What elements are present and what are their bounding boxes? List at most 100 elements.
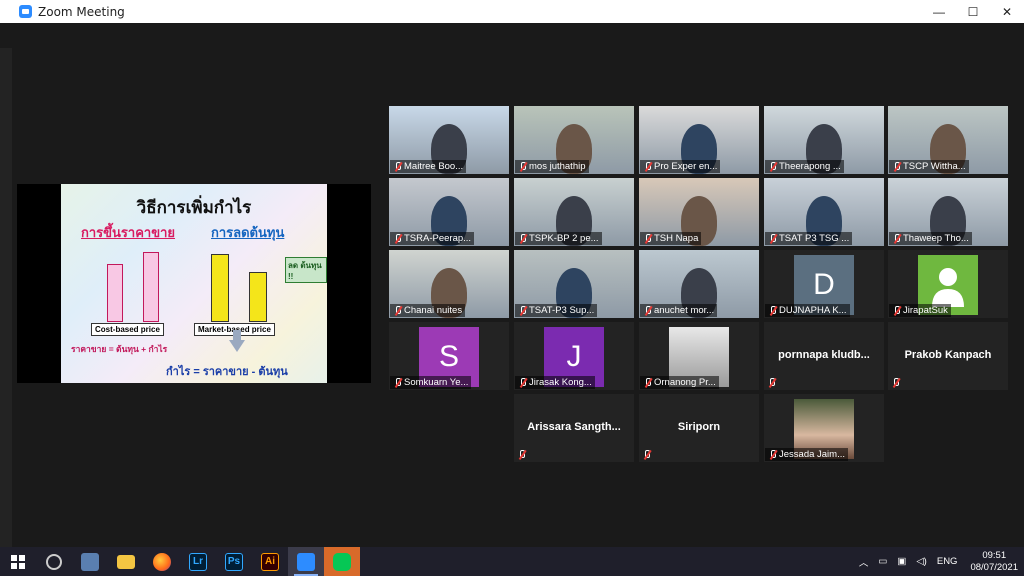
participant-name: Jirasak Kong...: [515, 376, 595, 389]
participant-name: TSCP Wittha...: [889, 160, 969, 173]
meeting-area: วิธีการเพิ่มกำไร การขึ้นราคาขาย การลดต้น…: [0, 23, 1024, 548]
muted-mic-icon: [768, 450, 777, 459]
participant-tile[interactable]: anuchet mor...: [639, 250, 759, 318]
muted-mic-icon: [518, 378, 527, 387]
formula-profit: กำไร = ราคาขาย - ต้นทุน: [166, 366, 288, 378]
participant-tile[interactable]: Jessada Jaim...: [764, 394, 884, 462]
muted-mic-icon: [643, 378, 652, 387]
windows-start-icon[interactable]: [0, 547, 36, 576]
participant-tile[interactable]: D DUJNAPHA K...: [764, 250, 884, 318]
participant-name: Ornanong Pr...: [640, 376, 719, 389]
participant-tile[interactable]: S Somkuarn Ye...: [389, 322, 509, 390]
clock-date: 08/07/2021: [970, 561, 1018, 573]
participant-tile[interactable]: Theerapong ...: [764, 106, 884, 174]
participant-name: TSAT-P3 Sup...: [515, 304, 598, 317]
participant-name: anuchet mor...: [640, 304, 718, 317]
price-bar: [143, 252, 159, 322]
participant-tile[interactable]: TSAT-P3 Sup...: [514, 250, 634, 318]
slide-left-heading: การขึ้นราคาขาย: [81, 226, 176, 241]
participant-name: pornnapa kludb...: [778, 349, 870, 361]
illustrator-icon[interactable]: Ai: [252, 547, 288, 576]
participant-tile[interactable]: Thaweep Tho...: [888, 178, 1008, 246]
participant-name: Siriporn: [677, 421, 721, 433]
formula-price: ราคาขาย = ต้นทุน + กำไร: [71, 344, 168, 354]
participant-name: Maitree Boo...: [390, 160, 467, 173]
participant-name: TSRA-Peerap...: [390, 232, 475, 245]
participant-tile[interactable]: Prakob Kanpach: [888, 322, 1008, 390]
participant-name: Thaweep Tho...: [889, 232, 972, 245]
participant-name: Chanai nuites: [390, 304, 466, 317]
language-indicator[interactable]: ENG: [937, 556, 958, 567]
participant-tile[interactable]: Arissara Sangth...: [514, 394, 634, 462]
participant-tile[interactable]: TSPK-BP 2 pe...: [514, 178, 634, 246]
title-bar: Zoom Meeting — ☐ ✕: [0, 0, 1024, 23]
participant-name: Arissara Sangth...: [527, 421, 621, 433]
reduce-cost-label: ลด ต้นทุน !!: [285, 257, 327, 283]
muted-mic-icon: [393, 306, 402, 315]
participant-tile[interactable]: J Jirasak Kong...: [514, 322, 634, 390]
participant-tile[interactable]: JirapatSuk: [888, 250, 1008, 318]
photoshop-icon[interactable]: Ps: [216, 547, 252, 576]
windows-taskbar: Lr Ps Ai ︿ ▭ ▣ ◁) ENG 09:51 08/07/2021: [0, 547, 1024, 576]
network-icon[interactable]: ▣: [897, 556, 906, 567]
clock-time: 09:51: [982, 549, 1007, 561]
muted-mic-icon: [892, 306, 901, 315]
clock[interactable]: 09:51 08/07/2021: [970, 550, 1018, 574]
participant-name: TSPK-BP 2 pe...: [515, 232, 602, 245]
participant-name: TSH Napa: [640, 232, 702, 245]
cost-bar: [107, 264, 123, 322]
volume-icon[interactable]: ◁): [916, 556, 926, 567]
participant-name: mos juthathip: [515, 160, 589, 173]
muted-mic-icon: [393, 378, 402, 387]
participant-name: Jessada Jaim...: [765, 448, 848, 461]
down-arrow-icon: [229, 330, 245, 352]
presentation-slide: วิธีการเพิ่มกำไร การขึ้นราคาขาย การลดต้น…: [61, 184, 327, 383]
muted-mic-icon: [768, 306, 777, 315]
battery-icon[interactable]: ▭: [878, 556, 887, 567]
chevron-up-icon[interactable]: ︿: [859, 555, 869, 569]
participant-name: TSAT P3 TSG ...: [765, 232, 853, 245]
participant-tile[interactable]: TSCP Wittha...: [888, 106, 1008, 174]
reduced-cost-bar: [249, 272, 267, 322]
firefox-icon[interactable]: [144, 547, 180, 576]
participant-tile[interactable]: pornnapa kludb...: [764, 322, 884, 390]
participant-tile[interactable]: TSAT P3 TSG ...: [764, 178, 884, 246]
muted-mic-icon: [767, 378, 776, 387]
participant-tile[interactable]: mos juthathip: [514, 106, 634, 174]
window-controls: — ☐ ✕: [922, 0, 1024, 23]
minimize-button[interactable]: —: [922, 0, 956, 23]
obs-icon[interactable]: [36, 547, 72, 576]
market-price-bar: [211, 254, 229, 322]
muted-mic-icon: [768, 234, 777, 243]
participant-name: DUJNAPHA K...: [765, 304, 850, 317]
line-app-icon[interactable]: [324, 547, 360, 576]
participant-tile[interactable]: Maitree Boo...: [389, 106, 509, 174]
left-side-panel: [0, 48, 12, 548]
participant-tile[interactable]: Chanai nuites: [389, 250, 509, 318]
muted-mic-icon: [891, 378, 900, 387]
muted-mic-icon: [643, 306, 652, 315]
zoom-taskbar-icon[interactable]: [288, 547, 324, 576]
close-button[interactable]: ✕: [990, 0, 1024, 23]
muted-mic-icon: [393, 234, 402, 243]
participant-tile[interactable]: TSH Napa: [639, 178, 759, 246]
slide-title: วิธีการเพิ่มกำไร: [136, 198, 252, 218]
maximize-button[interactable]: ☐: [956, 0, 990, 23]
participant-name: Prakob Kanpach: [904, 349, 992, 361]
muted-mic-icon: [642, 450, 651, 459]
lightroom-icon[interactable]: Lr: [180, 547, 216, 576]
participant-name: Theerapong ...: [765, 160, 844, 173]
participant-name: Pro Exper en...: [640, 160, 721, 173]
participant-tile[interactable]: Pro Exper en...: [639, 106, 759, 174]
muted-mic-icon: [518, 162, 527, 171]
shared-screen[interactable]: วิธีการเพิ่มกำไร การขึ้นราคาขาย การลดต้น…: [17, 184, 371, 383]
file-explorer-icon[interactable]: [108, 547, 144, 576]
muted-mic-icon: [643, 234, 652, 243]
bluetooth-app-icon[interactable]: [72, 547, 108, 576]
muted-mic-icon: [892, 162, 901, 171]
cost-based-price-box: Cost-based price: [91, 323, 164, 336]
participant-tile[interactable]: Siriporn: [639, 394, 759, 462]
participant-tile[interactable]: Ornanong Pr...: [639, 322, 759, 390]
participant-tile[interactable]: TSRA-Peerap...: [389, 178, 509, 246]
window-title: Zoom Meeting: [38, 4, 125, 19]
